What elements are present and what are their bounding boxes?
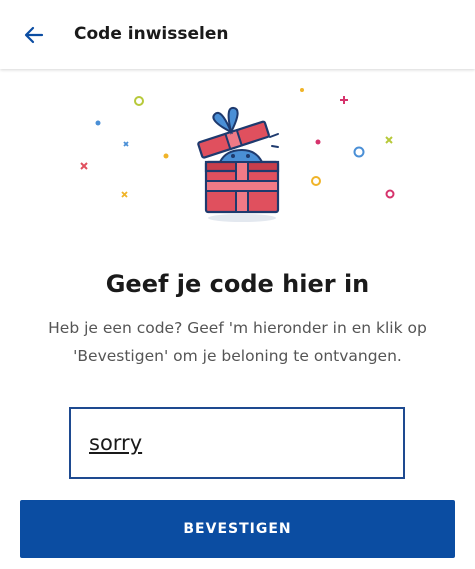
section-heading: Geef je code hier in [105, 270, 370, 298]
redeem-code-screen: Code inwisselen Geef je code hier in Heb… [0, 0, 475, 569]
code-input[interactable] [69, 407, 405, 479]
instruction-text: Heb je een code? Geef 'm hieronder in en… [48, 319, 427, 365]
confirm-button[interactable]: BEVESTIGEN [20, 500, 455, 558]
app-header: Code inwisselen [0, 0, 475, 69]
back-button[interactable] [14, 17, 54, 53]
arrow-left-icon [24, 26, 44, 44]
page-title: Code inwisselen [74, 24, 229, 44]
gift-box-icon [80, 88, 395, 222]
